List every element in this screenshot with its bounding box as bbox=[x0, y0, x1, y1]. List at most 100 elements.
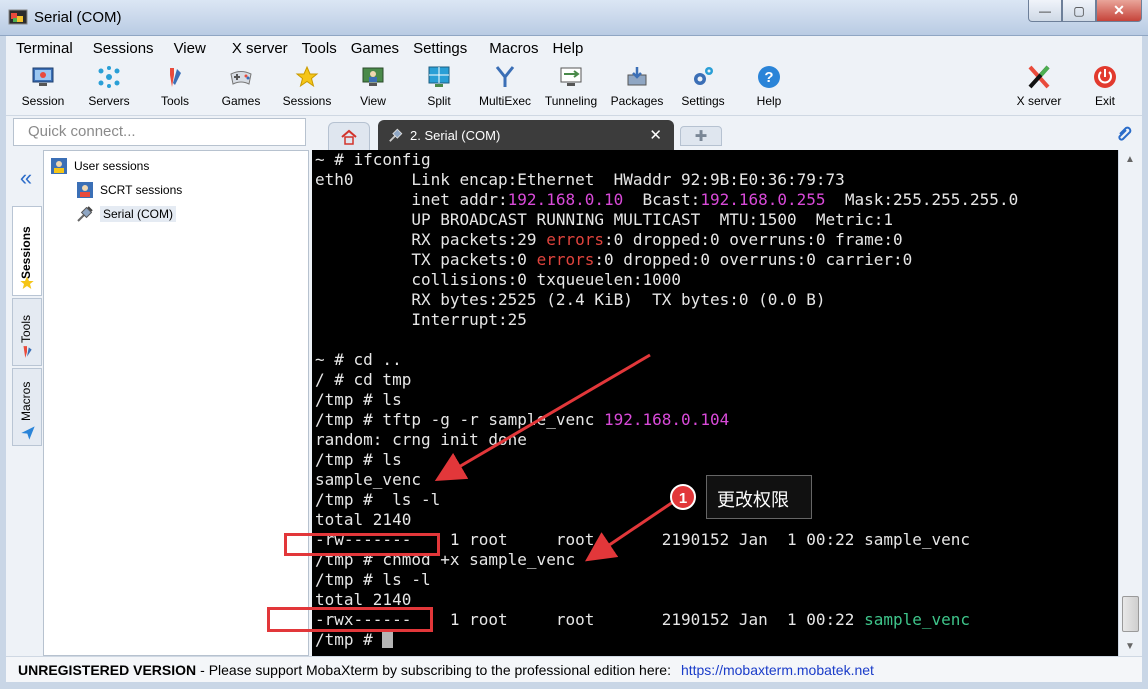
terminal-text: RX packets:29 bbox=[315, 230, 547, 249]
tree-item-serial-com[interactable]: Serial (COM) bbox=[76, 205, 177, 223]
main-toolbar: Session Servers Tools Games Sessions Vie… bbox=[6, 60, 1142, 116]
terminal-line: Interrupt:25 bbox=[315, 310, 527, 330]
menu-settings[interactable]: Settings bbox=[409, 40, 477, 57]
side-tab-tools[interactable]: Tools bbox=[12, 298, 42, 366]
toolbar-x-server-button[interactable]: X server bbox=[1006, 62, 1072, 108]
terminal-text: 192.168.0.255 bbox=[700, 190, 826, 209]
terminal-line: /tmp # ls bbox=[315, 450, 402, 470]
terminal-text: errors bbox=[546, 230, 604, 249]
serial-plug-icon bbox=[77, 206, 93, 222]
home-icon bbox=[341, 129, 357, 145]
terminal-text: UP BROADCAST RUNNING MULTICAST MTU:1500 … bbox=[315, 210, 893, 229]
toolbar-view-label: View bbox=[360, 94, 386, 108]
menu-tools[interactable]: Tools bbox=[298, 40, 347, 57]
tools-small-icon bbox=[23, 346, 32, 358]
minimize-icon: — bbox=[1039, 3, 1051, 18]
packages-icon bbox=[627, 67, 647, 86]
exit-icon bbox=[1094, 66, 1116, 88]
terminal-text: ~ # ifconfig bbox=[315, 150, 431, 169]
toolbar-split-button[interactable]: Split bbox=[406, 62, 472, 108]
collapse-sidebar-icon[interactable]: « bbox=[14, 166, 38, 190]
new-tab-button[interactable]: ✚ bbox=[680, 126, 722, 146]
terminal-area[interactable]: ~ # ifconfig eth0 Link encap:Ethernet HWa… bbox=[312, 150, 1118, 656]
terminal-line: ~ # ifconfig bbox=[315, 150, 431, 170]
toolbar-session-label: Session bbox=[21, 94, 65, 108]
menu-terminal[interactable]: Terminal bbox=[6, 40, 83, 57]
menu-sessions[interactable]: Sessions bbox=[83, 40, 164, 57]
toolbar-session-button[interactable]: Session bbox=[10, 62, 76, 108]
left-panel: Quick connect... « Sessions Tools Macros… bbox=[6, 116, 312, 656]
split-icon bbox=[428, 66, 450, 87]
toolbar-tools-button[interactable]: Tools bbox=[142, 62, 208, 108]
callout-label: 更改权限 bbox=[706, 475, 812, 519]
toolbar-exit-button[interactable]: Exit bbox=[1072, 62, 1138, 108]
terminal-text: total 2140 bbox=[315, 510, 412, 529]
menu-macros[interactable]: Macros bbox=[477, 40, 548, 57]
multiexec-icon bbox=[495, 66, 515, 87]
terminal-text: collisions:0 txqueuelen:1000 bbox=[315, 270, 682, 289]
terminal-text: /tmp # ls bbox=[315, 390, 402, 409]
toolbar-games-button[interactable]: Games bbox=[208, 62, 274, 108]
tab-close-icon[interactable]: ✕ bbox=[649, 126, 662, 144]
scroll-up-icon[interactable]: ▲ bbox=[1125, 154, 1135, 165]
menu-x-server[interactable]: X server bbox=[216, 40, 298, 57]
toolbar-split-label: Split bbox=[427, 94, 451, 108]
servers-icon bbox=[98, 66, 120, 88]
toolbar-servers-button[interactable]: Servers bbox=[76, 62, 142, 108]
toolbar-settings-button[interactable]: Settings bbox=[670, 62, 736, 108]
terminal-text: random: crng init done bbox=[315, 430, 527, 449]
serial-plug-icon bbox=[389, 128, 403, 142]
toolbar-sessions-button[interactable]: Sessions bbox=[274, 62, 340, 108]
terminal-text: /tmp # tftp -g -r sample_venc bbox=[315, 410, 604, 429]
terminal-line: RX bytes:2525 (2.4 KiB) TX bytes:0 (0.0 … bbox=[315, 290, 826, 310]
highlight-box-rwx bbox=[267, 607, 433, 632]
terminal-line: /tmp # ls -l bbox=[315, 490, 440, 510]
tree-label-user-sessions: User sessions bbox=[74, 159, 150, 173]
menu-games[interactable]: Games bbox=[347, 40, 409, 57]
mobatek-link[interactable]: https://mobaxterm.mobatek.net bbox=[681, 662, 874, 678]
toolbar-tunneling-button[interactable]: Tunneling bbox=[538, 62, 604, 108]
tools-icon bbox=[170, 68, 181, 87]
terminal-text: inet addr: bbox=[315, 190, 508, 209]
tunneling-icon bbox=[560, 67, 582, 86]
maximize-button[interactable]: ▢ bbox=[1062, 0, 1096, 22]
toolbar-packages-button[interactable]: Packages bbox=[604, 62, 670, 108]
terminal-text: sample_venc bbox=[315, 470, 421, 489]
help-icon: ? bbox=[758, 66, 780, 88]
toolbar-view-button[interactable]: View bbox=[340, 62, 406, 108]
terminal-line: UP BROADCAST RUNNING MULTICAST MTU:1500 … bbox=[315, 210, 893, 230]
terminal-scrollbar[interactable]: ▲ ▼ bbox=[1118, 150, 1142, 656]
unregistered-label: UNREGISTERED VERSION bbox=[18, 661, 197, 678]
status-bar: UNREGISTERED VERSION - Please support Mo… bbox=[6, 656, 1142, 682]
close-button[interactable]: ✕ bbox=[1096, 0, 1142, 22]
terminal-text: / # cd tmp bbox=[315, 370, 412, 389]
paperclip-icon[interactable] bbox=[1114, 124, 1134, 144]
toolbar-multiexec-button[interactable]: MultiExec bbox=[472, 62, 538, 108]
toolbar-packages-label: Packages bbox=[610, 94, 664, 108]
terminal-text: errors bbox=[536, 250, 595, 269]
side-tab-macros[interactable]: Macros bbox=[12, 368, 42, 446]
menu-help[interactable]: Help bbox=[548, 40, 593, 57]
window-title: Serial (COM) bbox=[34, 9, 122, 26]
scrollbar-thumb[interactable] bbox=[1122, 596, 1139, 632]
tab-serial-com[interactable]: 2. Serial (COM) ✕ bbox=[378, 120, 674, 150]
tree-item-scrt-sessions[interactable]: SCRT sessions bbox=[76, 181, 182, 199]
terminal-text: RX bytes:2525 (2.4 KiB) TX bytes:0 (0.0 … bbox=[315, 290, 826, 309]
terminal-text: /tmp # bbox=[315, 630, 383, 649]
toolbar-exit-label: Exit bbox=[1094, 94, 1115, 108]
home-tab[interactable] bbox=[328, 122, 370, 150]
toolbar-x-server-label: X server bbox=[1016, 94, 1062, 108]
quick-connect-input[interactable]: Quick connect... bbox=[13, 118, 306, 146]
menu-view[interactable]: View bbox=[164, 40, 216, 57]
side-tab-sessions[interactable]: Sessions bbox=[12, 206, 42, 296]
terminal-text: /tmp # ls bbox=[315, 450, 402, 469]
scroll-down-icon[interactable]: ▼ bbox=[1125, 641, 1135, 652]
terminal-line: /tmp # ls -l bbox=[315, 570, 431, 590]
minimize-button[interactable]: — bbox=[1028, 0, 1062, 22]
games-icon bbox=[230, 71, 252, 85]
toolbar-help-button[interactable]: ? Help bbox=[736, 62, 802, 108]
terminal-text: eth0 Link encap:Ethernet HWaddr 92:9B:E0… bbox=[315, 170, 845, 189]
tree-item-user-sessions[interactable]: User sessions bbox=[50, 157, 149, 175]
toolbar-tunneling-label: Tunneling bbox=[544, 94, 598, 108]
sessions-star-icon bbox=[295, 65, 319, 88]
